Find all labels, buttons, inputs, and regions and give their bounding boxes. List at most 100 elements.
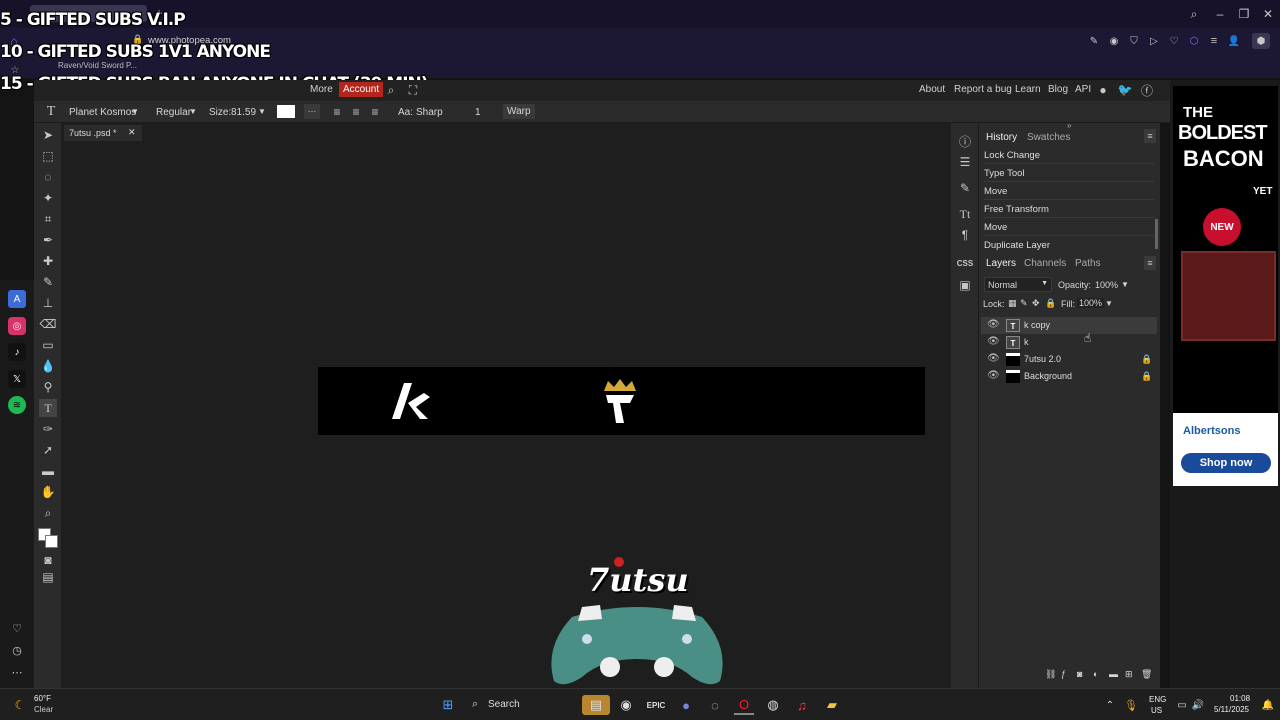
close-icon[interactable]: ✕ [128, 127, 136, 138]
stamp-tool-icon[interactable]: ⊥ [39, 294, 57, 312]
dodge-tool-icon[interactable]: ⚲ [39, 378, 57, 396]
antialias-select[interactable]: Sharp [416, 107, 443, 118]
opacity-input[interactable]: 100% [1095, 280, 1118, 290]
clock-date[interactable]: 5/11/2025 [1214, 705, 1249, 714]
history-item[interactable]: Free Transform [984, 201, 1154, 218]
healing-tool-icon[interactable]: ✚ [39, 252, 57, 270]
align-left-icon[interactable]: ≡ [330, 104, 344, 119]
type-tool-icon[interactable]: T [42, 103, 60, 121]
lang-secondary[interactable]: US [1151, 706, 1162, 715]
history-item[interactable]: Move [984, 183, 1154, 200]
font-style-select[interactable]: Regular [156, 107, 191, 118]
font-family-select[interactable]: Planet Kosmos [69, 107, 136, 118]
visibility-eye-icon[interactable]: 👁 [987, 370, 1000, 382]
layer-row[interactable]: 👁 7utsu 2.0 🔒 [981, 351, 1157, 368]
align-center-icon[interactable]: ≡ [349, 104, 363, 119]
zoom-tool-icon[interactable]: ⌕ [39, 504, 57, 522]
panel-menu-icon[interactable]: ≡ [1144, 256, 1156, 270]
css-icon[interactable]: CSS [955, 255, 975, 271]
hand-tool-icon[interactable]: ✋ [39, 483, 57, 501]
fullscreen-icon[interactable]: ⛶ [406, 83, 420, 97]
opera-icon[interactable]: O [734, 695, 754, 715]
chevron-up-icon[interactable]: ⌃ [1100, 695, 1120, 715]
paragraph-icon[interactable]: ¶ [957, 227, 973, 243]
app-icon[interactable]: A [8, 290, 26, 308]
image-icon[interactable]: ▣ [957, 277, 973, 293]
eraser-tool-icon[interactable]: ⌫ [39, 315, 57, 333]
lock-move-icon[interactable]: ✥ [1032, 298, 1040, 309]
tab-title[interactable]: Raven/Void Sword P... [58, 61, 137, 70]
tracking-select[interactable]: 1 [475, 107, 481, 118]
restore-icon[interactable]: ❐ [1236, 6, 1252, 22]
document-tab[interactable]: 7utsu .psd * ✕ [64, 125, 142, 141]
cube-icon[interactable]: ⬡ [1186, 33, 1202, 49]
layer-row[interactable]: 👁 T k [981, 334, 1157, 351]
tab-paths[interactable]: Paths [1075, 258, 1101, 269]
discord-icon[interactable]: ● [676, 695, 696, 715]
tab-channels[interactable]: Channels [1024, 258, 1066, 269]
quick-mask-icon[interactable]: ◙ [39, 551, 57, 569]
menu-report-bug[interactable]: Report a bug [954, 84, 1012, 95]
weather-icon[interactable]: ☾ [12, 697, 28, 713]
close-icon[interactable]: ✕ [1260, 6, 1276, 22]
info-icon[interactable]: ⓘ [957, 133, 973, 149]
visibility-eye-icon[interactable]: 👁 [987, 353, 1000, 365]
play-icon[interactable]: ▷ [1146, 33, 1162, 49]
align-right-icon[interactable]: ≡ [368, 104, 382, 119]
history-icon[interactable]: ◷ [8, 641, 26, 659]
menu-about[interactable]: About [919, 84, 945, 95]
search-icon[interactable]: ⌕ [384, 83, 398, 97]
path-select-tool-icon[interactable]: ➚ [39, 441, 57, 459]
adjustment-icon[interactable]: ◐ [1093, 669, 1098, 679]
lasso-tool-icon[interactable]: ◌ [39, 168, 57, 186]
clock-time[interactable]: 01:08 [1230, 694, 1250, 703]
magic-wand-tool-icon[interactable]: ✦ [39, 189, 57, 207]
brush-panel-icon[interactable]: ✎ [957, 180, 973, 196]
move-tool-icon[interactable]: ➤ [39, 126, 57, 144]
screen-mode-icon[interactable]: ▤ [39, 568, 57, 586]
effects-icon[interactable]: ƒ [1061, 669, 1066, 679]
fill-input[interactable]: 100% [1077, 298, 1105, 308]
warp-button[interactable]: Warp [503, 104, 535, 119]
text-color-swatch[interactable] [277, 105, 295, 118]
tab-history[interactable]: History [986, 132, 1017, 143]
app-icon[interactable]: ▤ [582, 695, 610, 715]
trash-icon[interactable]: 🗑 [1141, 669, 1152, 680]
edit-icon[interactable]: ✎ [1086, 33, 1102, 49]
marquee-tool-icon[interactable]: ⬚ [39, 147, 57, 165]
panel-menu-icon[interactable]: ≡ [1144, 129, 1156, 143]
history-item[interactable]: Lock Change [984, 147, 1154, 164]
background-color-swatch[interactable] [45, 535, 58, 548]
twitter-icon[interactable]: 🐦 [1118, 83, 1133, 97]
loading-icon[interactable]: ◌ [705, 695, 725, 715]
epic-icon[interactable]: EPIC [646, 695, 666, 715]
x-icon[interactable]: 𝕏 [8, 370, 26, 388]
menu-learn[interactable]: Learn [1015, 84, 1041, 95]
link-icon[interactable]: ⛓ [1045, 669, 1056, 680]
document-canvas[interactable] [318, 367, 925, 435]
reddit-icon[interactable]: ● [1096, 83, 1110, 97]
visibility-eye-icon[interactable]: 👁 [987, 336, 1000, 348]
extension-icon[interactable]: ⬢ [1252, 33, 1270, 49]
camera-icon[interactable]: ◉ [1106, 33, 1122, 49]
minimize-icon[interactable]: – [1212, 6, 1228, 22]
crop-tool-icon[interactable]: ⌗ [39, 210, 57, 228]
blur-tool-icon[interactable]: 💧 [39, 357, 57, 375]
lock-paint-icon[interactable]: ✎ [1020, 298, 1028, 309]
taskbar-search[interactable]: ⌕ Search [466, 696, 566, 714]
ad-banner[interactable]: THE BOLDEST BACON YET NEW Albertsons Sho… [1173, 86, 1278, 486]
menu-account[interactable]: Account [339, 82, 384, 97]
history-item[interactable]: Move [984, 219, 1154, 236]
new-layer-icon[interactable]: ⊞ [1125, 669, 1133, 680]
heart-icon[interactable]: ♡ [1166, 33, 1182, 49]
shield-icon[interactable]: ⛉ [1126, 33, 1142, 49]
type-tool-icon[interactable]: T [39, 399, 57, 417]
menu-blog[interactable]: Blog [1048, 84, 1068, 95]
history-item[interactable]: Type Tool [984, 165, 1154, 182]
obs-icon[interactable]: ◍ [763, 695, 783, 715]
tiktok-icon[interactable]: ♪ [8, 343, 26, 361]
pen-tool-icon[interactable]: ✑ [39, 420, 57, 438]
visibility-eye-icon[interactable]: 👁 [987, 319, 1000, 331]
shape-tool-icon[interactable]: ▬ [39, 462, 57, 480]
favorites-icon[interactable]: ♡ [8, 619, 26, 637]
